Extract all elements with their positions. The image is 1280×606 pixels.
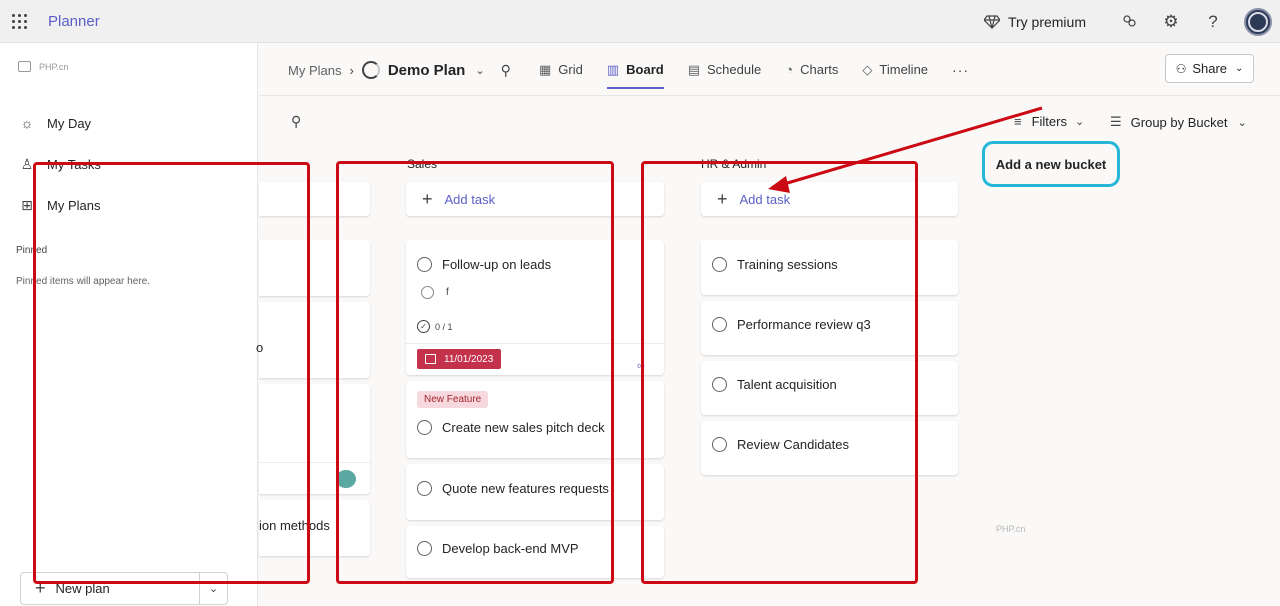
annotation-arrow: [768, 106, 1043, 193]
